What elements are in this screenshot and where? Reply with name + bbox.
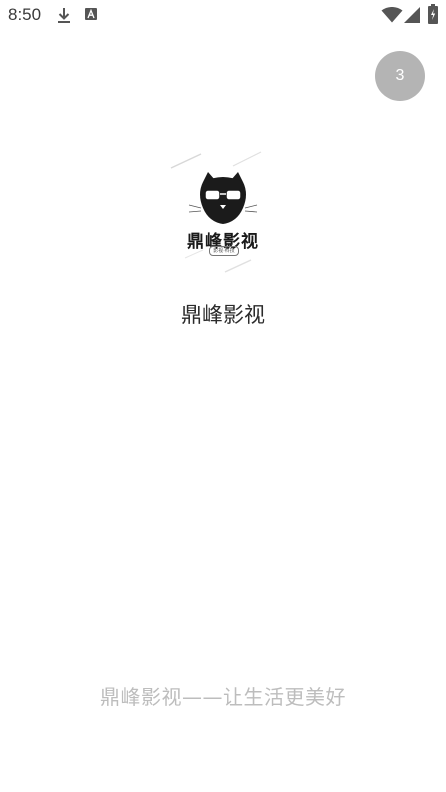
status-bar: 8:50: [0, 0, 446, 32]
text-a-icon: [85, 8, 97, 20]
slogan: 鼎峰影视——让生活更美好: [100, 685, 346, 709]
app-logo: 鼎峰影视 影视·科技: [163, 150, 283, 280]
status-time: 8:50: [8, 5, 42, 24]
cat-with-glasses-logo: [170, 151, 262, 273]
countdown-seconds: 3: [395, 67, 405, 84]
splash-screen: 8:50 3 鼎峰影视 影视·科技 鼎峰影视 鼎峰影视——让生活更美好: [0, 0, 446, 792]
logo-badge: 影视·科技: [209, 246, 239, 256]
wifi-icon: [381, 7, 403, 23]
cell-signal-icon: [404, 7, 420, 23]
download-icon: [58, 8, 70, 23]
app-name: 鼎峰影视: [181, 303, 265, 327]
countdown-skip-button[interactable]: 3: [375, 51, 425, 101]
battery-charging-icon: [428, 4, 438, 24]
